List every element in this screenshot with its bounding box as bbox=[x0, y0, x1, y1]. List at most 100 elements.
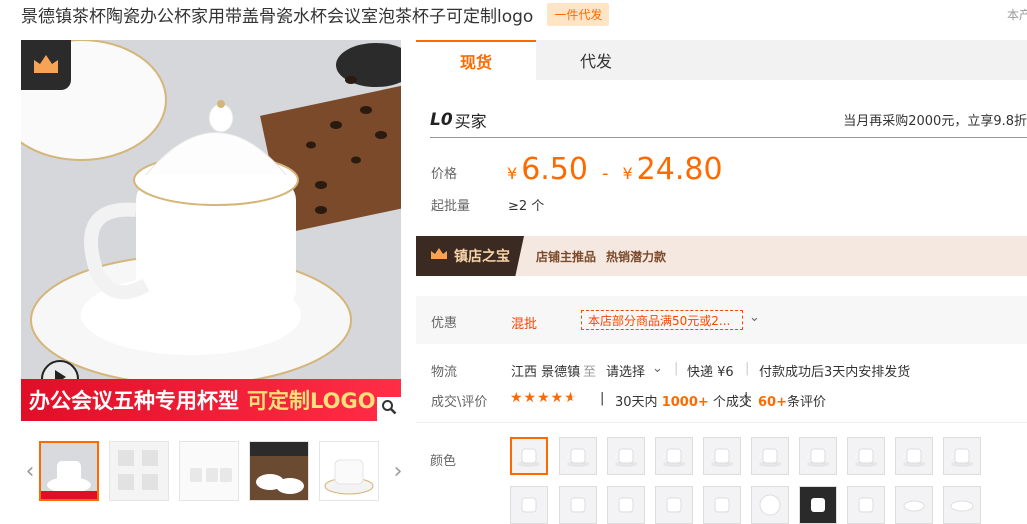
tab-in-stock[interactable]: 现货 bbox=[416, 40, 536, 80]
swatch-cup-image bbox=[759, 448, 781, 467]
store-treasure-tag[interactable]: 镇店之宝 bbox=[416, 236, 524, 276]
swatch-cup-image bbox=[615, 448, 637, 467]
thumbnail-2[interactable] bbox=[109, 441, 169, 501]
dropship-badge[interactable]: 一件代发 bbox=[547, 2, 610, 26]
coupon-label: 优惠 bbox=[431, 316, 458, 331]
deal-stats: 30天内 1000+ 个成交 bbox=[615, 391, 752, 410]
zoom-button[interactable] bbox=[377, 397, 401, 421]
coupon-type: 混批 bbox=[511, 317, 538, 332]
price-high: 24.80 bbox=[636, 152, 723, 187]
section-divider bbox=[416, 422, 1027, 423]
repurchase-promo[interactable]: 当月再采购2000元，立享9.8折 bbox=[843, 110, 1027, 129]
color-swatch[interactable] bbox=[655, 486, 693, 524]
moq-label: 起批量 bbox=[431, 199, 471, 214]
swatch-cup-image bbox=[711, 448, 733, 467]
buyer-level-logo: L0 bbox=[430, 109, 453, 130]
chevron-down-icon[interactable]: ⌄ bbox=[652, 361, 663, 376]
color-swatch[interactable] bbox=[703, 437, 741, 475]
price-dash: - bbox=[601, 163, 609, 184]
thumbnail-3[interactable] bbox=[179, 441, 239, 501]
purchase-tabs: 现货 代发 bbox=[416, 40, 1027, 80]
title-row: 景德镇茶杯陶瓷办公杯家用带盖骨瓷水杯会议室泡茶杯子可定制logo 一件代发 本产 bbox=[21, 0, 1027, 28]
color-swatch[interactable] bbox=[607, 486, 645, 524]
divider: | bbox=[674, 361, 679, 376]
tab-dropship[interactable]: 代发 bbox=[536, 40, 656, 80]
swatch-cup-image bbox=[858, 497, 874, 513]
color-swatch[interactable] bbox=[510, 437, 548, 475]
color-swatch[interactable] bbox=[751, 437, 789, 475]
color-swatch[interactable] bbox=[799, 486, 837, 524]
thumbnail-1[interactable] bbox=[39, 441, 99, 501]
product-illustration bbox=[21, 40, 401, 421]
thumbnail-4[interactable] bbox=[249, 441, 309, 501]
color-label: 颜色 bbox=[430, 454, 457, 469]
magnifier-icon bbox=[381, 399, 397, 419]
color-swatch[interactable] bbox=[895, 437, 933, 475]
banner-highlight: 可定制LOGO bbox=[247, 389, 376, 413]
shipping-fee: 快递 ¥6 bbox=[687, 365, 734, 380]
color-swatch[interactable] bbox=[799, 437, 837, 475]
title-right-link[interactable]: 本产 bbox=[1007, 6, 1027, 23]
thumbnail-image bbox=[110, 442, 168, 500]
main-product-image[interactable]: 办公会议五种专用杯型 可定制LOGO bbox=[21, 40, 401, 421]
currency-symbol: ¥ bbox=[622, 164, 633, 183]
coupon-row: 优惠 混批 本店部分商品满50元或2... ⌄ bbox=[416, 296, 1027, 344]
coupon-tag[interactable]: 本店部分商品满50元或2... bbox=[581, 310, 743, 330]
review-stats[interactable]: 60+条评价 bbox=[758, 391, 826, 410]
swatch-cup-image bbox=[521, 497, 537, 513]
color-swatch[interactable] bbox=[943, 486, 981, 524]
store-tag: 店铺主推品 bbox=[536, 249, 597, 264]
buyer-level-row: L0 买家 当月再采购2000元，立享9.8折 bbox=[430, 102, 1027, 138]
divider: | bbox=[745, 361, 750, 376]
swatch-cup-image bbox=[570, 497, 586, 513]
brand-crown-tag bbox=[21, 40, 71, 90]
color-swatch[interactable] bbox=[703, 486, 741, 524]
banner-text: 办公会议五种专用杯型 bbox=[29, 389, 239, 413]
review-count: 60+ bbox=[758, 395, 787, 410]
divider: | bbox=[600, 391, 605, 406]
color-swatch[interactable] bbox=[655, 437, 693, 475]
color-swatch[interactable] bbox=[943, 437, 981, 475]
thumbnail-5[interactable] bbox=[319, 441, 379, 501]
swatch-cup-image bbox=[666, 497, 682, 513]
color-swatch[interactable] bbox=[559, 486, 597, 524]
swatch-cup-image bbox=[518, 448, 540, 467]
product-title: 景德镇茶杯陶瓷办公杯家用带盖骨瓷水杯会议室泡茶杯子可定制logo bbox=[21, 6, 534, 27]
color-swatch[interactable] bbox=[510, 486, 548, 524]
moq-value: ≥2 个 bbox=[508, 199, 545, 214]
store-treasure-label: 镇店之宝 bbox=[454, 249, 510, 265]
color-swatch[interactable] bbox=[847, 486, 885, 524]
swatch-cup-image bbox=[714, 497, 730, 513]
store-treasure-bar: 镇店之宝 店铺主推品 热销潜力款 bbox=[416, 236, 1027, 276]
buyer-level-text: 买家 bbox=[454, 111, 487, 131]
divider: | bbox=[744, 391, 749, 406]
swatch-cup-image bbox=[618, 497, 634, 513]
swatch-cup-image bbox=[811, 498, 825, 512]
chevron-down-icon[interactable]: ⌄ bbox=[749, 310, 760, 325]
thumbnail-image bbox=[41, 443, 97, 499]
deal-count: 1000+ bbox=[661, 395, 709, 410]
rating-stars[interactable]: ★★★★★ ★ bbox=[510, 390, 578, 406]
color-swatch[interactable] bbox=[607, 437, 645, 475]
price-range: ¥ 6.50 - ¥ 24.80 bbox=[507, 152, 723, 187]
color-swatch[interactable] bbox=[751, 486, 789, 524]
swatch-cup-image bbox=[855, 448, 877, 467]
thumbnail-image bbox=[320, 442, 378, 500]
ship-to-word: 至 bbox=[583, 365, 597, 380]
logistics-label: 物流 bbox=[431, 365, 458, 380]
color-swatch[interactable] bbox=[847, 437, 885, 475]
store-tag: 热销潜力款 bbox=[606, 249, 667, 264]
promo-banner: 办公会议五种专用杯型 可定制LOGO bbox=[21, 379, 401, 421]
color-swatch[interactable] bbox=[559, 437, 597, 475]
store-tags: 店铺主推品 热销潜力款 bbox=[536, 248, 666, 265]
thumb-next-arrow[interactable]: › bbox=[389, 459, 407, 484]
ship-time: 付款成功后3天内安排发货 bbox=[759, 365, 911, 380]
review-suffix: 条评价 bbox=[786, 395, 826, 410]
swatch-cup-image bbox=[663, 448, 685, 467]
thumbnail-image bbox=[180, 442, 238, 500]
destination-select[interactable]: 请选择 bbox=[606, 361, 645, 380]
color-swatch[interactable] bbox=[895, 486, 933, 524]
trade-label: 成交\评价 bbox=[431, 395, 488, 410]
crown-icon bbox=[430, 247, 448, 265]
thumb-prev-arrow[interactable]: ‹ bbox=[21, 459, 39, 484]
